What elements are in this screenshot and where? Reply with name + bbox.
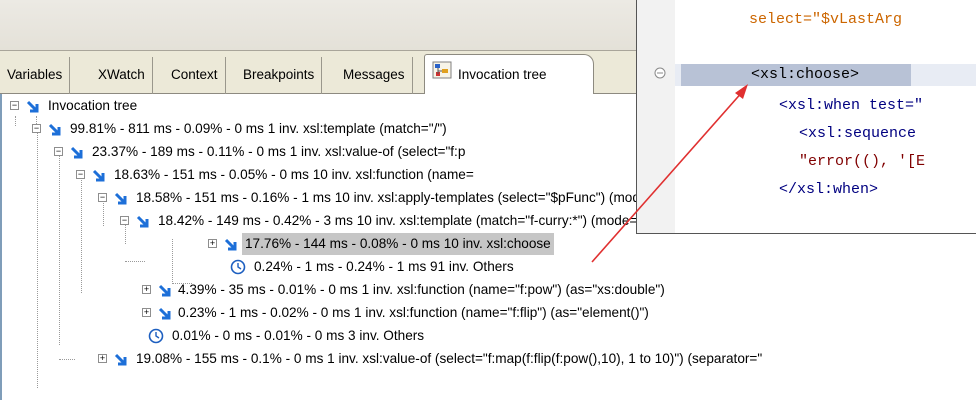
tree-row-label: 17.76% - 144 ms - 0.08% - 0 ms 10 inv. x… (242, 233, 554, 255)
tree-row-label: Invocation tree (48, 98, 138, 113)
tab-breakpoints[interactable]: Breakpoints (236, 57, 323, 94)
tab-messages[interactable]: Messages (336, 57, 413, 94)
tree-row[interactable]: − 99.81% - 811 ms - 0.09% - 0 ms 1 inv. … (2, 118, 642, 140)
tab-invocation-tree[interactable]: Invocation tree (424, 54, 594, 95)
tree-row-label: 0.23% - 1 ms - 0.02% - 0 ms 1 inv. xsl:f… (178, 305, 649, 320)
collapse-toggle[interactable]: − (10, 101, 19, 110)
tab-label: Context (171, 67, 218, 82)
tab-label: Invocation tree (458, 67, 547, 82)
expand-toggle[interactable]: + (208, 239, 217, 248)
code-line: <xsl:when test=" (779, 97, 924, 114)
tree-row[interactable]: − 23.37% - 189 ms - 0.11% - 0 ms 1 inv. … (2, 141, 642, 163)
tree-row-label: 0.24% - 1 ms - 0.24% - 1 ms 91 inv. Othe… (254, 259, 514, 274)
tree-row[interactable]: 0.01% - 0 ms - 0.01% - 0 ms 3 inv. Other… (2, 325, 602, 347)
collapse-toggle[interactable]: − (76, 170, 85, 179)
tree-row[interactable]: + 19.08% - 155 ms - 0.1% - 0 ms 1 inv. x… (2, 348, 976, 370)
invocation-tree-icon (432, 55, 452, 95)
tree-row-label: 18.63% - 151 ms - 0.05% - 0 ms 10 inv. x… (114, 167, 474, 182)
tab-label: Variables (7, 67, 63, 82)
expand-toggle[interactable]: + (98, 354, 107, 363)
tab-variables[interactable]: Variables (0, 57, 71, 94)
editor-gutter (637, 0, 675, 233)
tab-label: Messages (343, 67, 405, 82)
collapse-toggle[interactable]: − (32, 124, 41, 133)
code-line-selected: <xsl:choose> (751, 66, 860, 83)
tree-row-label: 23.37% - 189 ms - 0.11% - 0 ms 1 inv. xs… (92, 144, 466, 159)
expand-toggle[interactable]: + (142, 308, 151, 317)
tab-label: XWatch (98, 67, 145, 82)
collapse-toggle[interactable]: − (98, 193, 107, 202)
tab-xwatch[interactable]: XWatch (91, 57, 153, 94)
tree-row-label: 0.01% - 0 ms - 0.01% - 0 ms 3 inv. Other… (172, 328, 425, 343)
code-line: select="$vLastArg (749, 11, 903, 28)
code-line: </xsl:when> (779, 181, 879, 198)
tab-context[interactable]: Context (164, 57, 226, 94)
tree-row-label: 18.42% - 149 ms - 0.42% - 3 ms 10 inv. x… (158, 213, 694, 228)
tree-row[interactable]: + 17.76% - 144 ms - 0.08% - 0 ms 10 inv.… (2, 233, 702, 255)
fold-icon[interactable] (654, 67, 666, 82)
collapse-toggle[interactable]: − (54, 147, 63, 156)
tree-row[interactable]: 0.24% - 1 ms - 0.24% - 1 ms 91 inv. Othe… (2, 256, 702, 278)
tree-row-label: 19.08% - 155 ms - 0.1% - 0 ms 1 inv. xsl… (136, 351, 763, 366)
tree-row-label: 99.81% - 811 ms - 0.09% - 0 ms 1 inv. xs… (70, 121, 447, 136)
expand-toggle[interactable]: + (142, 285, 151, 294)
code-line: <xsl:sequence (799, 125, 917, 142)
code-line: "error((), '[E (799, 153, 926, 170)
code-editor-popup: select="$vLastArg <xsl:choose> <xsl:when… (636, 0, 976, 234)
tree-row-label: 4.39% - 35 ms - 0.01% - 0 ms 1 inv. xsl:… (178, 282, 665, 297)
tree-row[interactable]: + 0.23% - 1 ms - 0.02% - 0 ms 1 inv. xsl… (2, 302, 902, 324)
tree-row-label: 18.58% - 151 ms - 0.16% - 1 ms 10 inv. x… (136, 190, 712, 205)
arrow-down-right-icon (114, 352, 128, 370)
tree-row[interactable]: + 4.39% - 35 ms - 0.01% - 0 ms 1 inv. xs… (2, 279, 902, 301)
tree-row[interactable]: − Invocation tree (2, 95, 302, 117)
collapse-toggle[interactable]: − (120, 216, 129, 225)
tree-row[interactable]: − 18.63% - 151 ms - 0.05% - 0 ms 10 inv.… (2, 164, 642, 186)
tab-label: Breakpoints (243, 67, 315, 82)
